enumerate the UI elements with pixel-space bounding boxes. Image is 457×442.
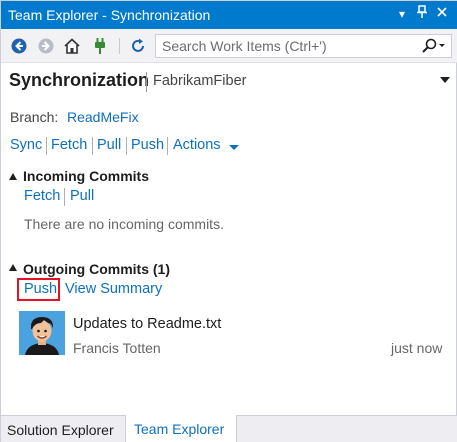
link-divider [64, 188, 65, 206]
bottom-tab-strip: Solution Explorer Team Explorer [1, 415, 457, 442]
outgoing-push-link[interactable]: Push [24, 281, 57, 297]
incoming-commits-header[interactable]: Incoming Commits [23, 168, 149, 184]
search-input[interactable]: Search Work Items (Ctrl+') [155, 34, 452, 58]
view-summary-link[interactable]: View Summary [65, 281, 162, 297]
outgoing-commits-header[interactable]: Outgoing Commits (1) [23, 261, 170, 277]
repository-name: FabrikamFiber [153, 73, 247, 89]
search-icon[interactable] [421, 38, 447, 54]
chevron-down-icon[interactable] [229, 145, 239, 150]
home-icon[interactable] [63, 37, 81, 55]
branch-label: Branch: [10, 109, 59, 125]
sync-link[interactable]: Sync [10, 137, 42, 153]
toolbar: Search Work Items (Ctrl+') [1, 29, 457, 63]
pin-icon[interactable] [413, 5, 431, 23]
close-icon[interactable] [433, 5, 451, 23]
link-divider [92, 137, 93, 155]
connect-icon[interactable] [91, 37, 109, 55]
branch-link[interactable]: ReadMeFix [67, 109, 139, 125]
chevron-down-icon[interactable] [440, 77, 450, 83]
avatar [19, 311, 65, 355]
commit-message: Updates to Readme.txt [73, 316, 222, 332]
actions-menu[interactable]: Actions [173, 137, 221, 153]
link-divider [167, 137, 168, 155]
commit-author: Francis Totten [73, 340, 161, 356]
link-divider [126, 137, 127, 155]
push-link[interactable]: Push [131, 137, 164, 153]
window-title: Team Explorer - Synchronization [8, 7, 211, 23]
incoming-pull-link[interactable]: Pull [70, 188, 94, 204]
refresh-icon[interactable] [129, 37, 147, 55]
link-divider [46, 137, 47, 155]
search-placeholder: Search Work Items (Ctrl+') [162, 38, 327, 54]
tab-solution-explorer[interactable]: Solution Explorer [1, 416, 125, 442]
title-divider [146, 72, 147, 92]
page-title: Synchronization [9, 70, 150, 90]
team-explorer-window: Team Explorer - Synchronization ▾ Search… [0, 0, 457, 442]
forward-icon[interactable] [37, 37, 55, 55]
incoming-empty-message: There are no incoming commits. [24, 216, 224, 232]
back-icon[interactable] [10, 37, 28, 55]
commit-time: just now [391, 340, 443, 356]
toolbar-separator [119, 38, 120, 54]
tab-team-explorer[interactable]: Team Explorer [125, 415, 237, 442]
collapse-triangle-icon[interactable] [9, 173, 17, 180]
collapse-triangle-icon[interactable] [9, 264, 17, 271]
incoming-fetch-link[interactable]: Fetch [24, 188, 60, 204]
pull-link[interactable]: Pull [97, 137, 121, 153]
title-bar: Team Explorer - Synchronization ▾ [1, 1, 457, 29]
fetch-link[interactable]: Fetch [51, 137, 87, 153]
window-menu-icon[interactable]: ▾ [393, 5, 411, 23]
